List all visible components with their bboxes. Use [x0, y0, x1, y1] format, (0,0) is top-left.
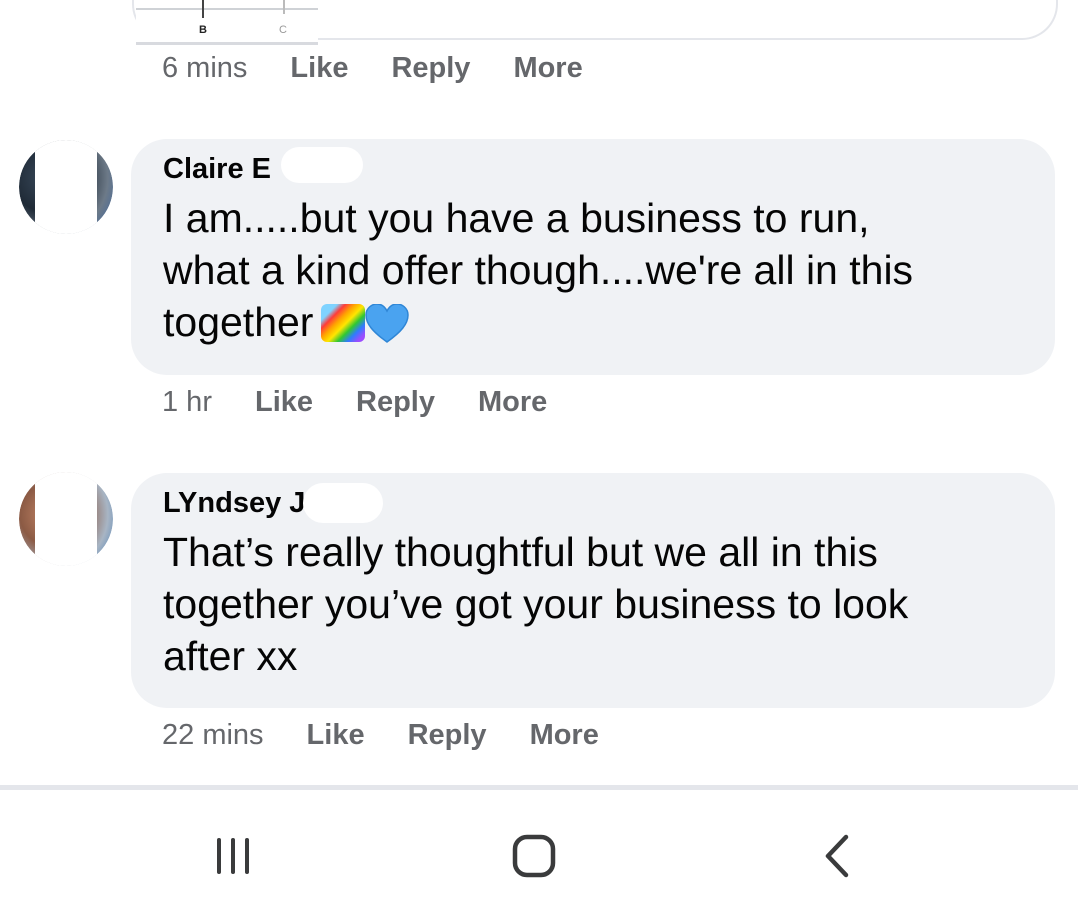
more-button[interactable]: More: [478, 386, 547, 419]
reply-button[interactable]: Reply: [356, 386, 435, 419]
avatar[interactable]: [19, 140, 113, 234]
comment-time: 22 mins: [162, 719, 264, 751]
more-button[interactable]: More: [513, 52, 582, 85]
image-tick: [202, 0, 204, 18]
comment-author[interactable]: Claire E: [163, 147, 363, 186]
image-gridline: [136, 8, 318, 10]
like-button[interactable]: Like: [255, 386, 313, 419]
navigation-bar: [0, 790, 1078, 915]
home-button[interactable]: [504, 826, 564, 886]
comment-text-content: I am.....but you have a business to run,…: [163, 195, 914, 345]
previous-comment-actions: 6 mins Like Reply More: [162, 52, 583, 85]
rainbow-emoji: [321, 304, 366, 342]
avatar[interactable]: [19, 472, 113, 566]
redaction: [303, 483, 383, 523]
image-label-c: C: [279, 24, 287, 36]
reply-button[interactable]: Reply: [408, 719, 487, 752]
author-name: Claire E: [163, 153, 271, 185]
back-button[interactable]: [808, 826, 868, 886]
like-button[interactable]: Like: [290, 52, 348, 85]
previous-comment-image[interactable]: B C: [136, 0, 318, 45]
more-button[interactable]: More: [530, 719, 599, 752]
comment-actions: 22 mins Like Reply More: [162, 719, 599, 752]
author-name: LYndsey J: [163, 487, 306, 519]
comment-bubble: LYndsey J That’s really thoughtful but w…: [131, 473, 1055, 708]
comment-time: 1 hr: [162, 386, 212, 418]
back-icon: [825, 834, 849, 878]
like-button[interactable]: Like: [307, 719, 365, 752]
recent-apps-icon: [217, 838, 249, 874]
comment-actions: 1 hr Like Reply More: [162, 386, 547, 419]
image-label-b: B: [199, 24, 207, 36]
comment-bubble: Claire E I am.....but you have a busines…: [131, 139, 1055, 375]
comment-text: That’s really thoughtful but we all in t…: [163, 529, 909, 679]
comment-time: 6 mins: [162, 52, 248, 84]
blue-heart-emoji: [365, 304, 410, 343]
redaction: [281, 147, 363, 183]
reply-button[interactable]: Reply: [391, 52, 470, 85]
home-icon: [512, 834, 556, 878]
recent-apps-button[interactable]: [203, 826, 263, 886]
comment-author[interactable]: LYndsey J: [163, 483, 383, 523]
image-tick: [283, 0, 285, 14]
comment-text: I am.....but you have a business to run,…: [163, 192, 1023, 348]
